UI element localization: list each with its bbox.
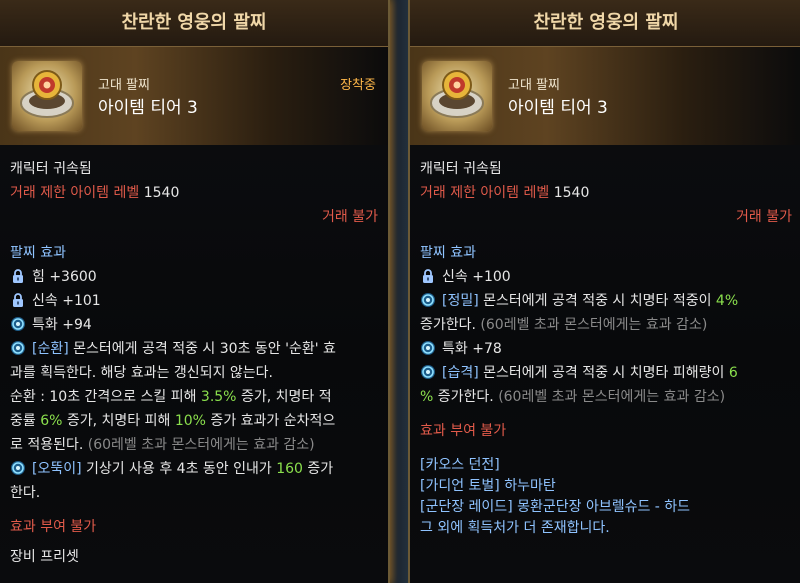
bind-status: 캐릭터 귀속됨 xyxy=(10,161,92,177)
item-banner: 고대 팔찌 아이템 티어 3 장착중 xyxy=(0,47,388,145)
effects-title: 팔찌 효과 xyxy=(420,245,476,261)
bind-status: 캐릭터 귀속됨 xyxy=(420,161,502,177)
trade-level: 거래 제한 아이템 레벨 1540 xyxy=(10,181,378,205)
no-enchant: 효과 부여 불가 xyxy=(10,519,97,535)
item-tier: 아이템 티어 3 xyxy=(98,98,198,118)
effect-text: 중률 6% 증가, 치명타 피해 10% 증가 효과가 순차적으 xyxy=(10,413,336,429)
tooltip-panel-right: 찬란한 영웅의 팔찌 고대 팔찌 아이템 티어 3 캐릭터 귀속됨 거래 제한 … xyxy=(408,0,800,583)
trade-level-value: 1540 xyxy=(553,185,590,201)
stat-text: 특화 +78 xyxy=(442,341,502,357)
swirl-icon xyxy=(10,316,26,332)
effect-text: 순환 : 10초 간격으로 스킬 피해 3.5% 증가, 치명타 적 xyxy=(10,389,332,405)
effect-text: 한다. xyxy=(10,485,41,501)
tooltip-panel-left: 찬란한 영웅의 팔찌 고대 팔찌 아이템 티어 3 장착중 캐릭터 귀속됨 거래… xyxy=(0,0,390,583)
stat-text: 힘 +3600 xyxy=(32,269,97,285)
lock-icon xyxy=(10,268,26,284)
effect-tag: [오뚝이] xyxy=(32,461,82,477)
effect-text: 몬스터에게 공격 적중 시 30초 동안 '순환' 효 xyxy=(73,341,336,357)
trade-level-value: 1540 xyxy=(143,185,180,201)
effect-text: 로 적용된다. (60레벨 초과 몬스터에게는 효과 감소) xyxy=(10,437,315,453)
special-effect: [습격] 몬스터에게 공격 적중 시 치명타 피해량이 6 % 증가한다. (6… xyxy=(420,361,792,409)
lock-icon xyxy=(10,292,26,308)
equipped-badge: 장착중 xyxy=(340,78,376,93)
source-item: [군단장 레이드] 몽환군단장 아브렐슈드 - 하드 xyxy=(420,499,691,515)
stat-row: 특화 +78 xyxy=(420,337,792,361)
stat-row: 신속 +101 xyxy=(10,289,378,313)
trade-status: 거래 불가 xyxy=(736,209,792,225)
item-banner: 고대 팔찌 아이템 티어 3 xyxy=(410,47,800,145)
trade-level-label: 거래 제한 아이템 레벨 xyxy=(420,185,550,201)
stat-text: 특화 +94 xyxy=(32,317,92,333)
swirl-icon xyxy=(420,292,436,308)
item-title: 찬란한 영웅의 팔찌 xyxy=(0,0,388,47)
effect-tag: [정밀] xyxy=(442,293,479,309)
swirl-icon xyxy=(420,340,436,356)
trade-status: 거래 불가 xyxy=(322,209,378,225)
stat-row: 특화 +94 xyxy=(10,313,378,337)
special-effect: [오뚝이] 기상기 사용 후 4초 동안 인내가 160 증가 한다. xyxy=(10,457,378,505)
effects-title: 팔찌 효과 xyxy=(10,245,66,261)
item-grade: 고대 팔찌 xyxy=(98,78,150,93)
item-icon-frame xyxy=(12,61,82,131)
effect-text: % 증가한다. (60레벨 초과 몬스터에게는 효과 감소) xyxy=(420,389,726,405)
lock-icon xyxy=(420,268,436,284)
trade-level: 거래 제한 아이템 레벨 1540 xyxy=(420,181,792,205)
item-tier: 아이템 티어 3 xyxy=(508,98,608,118)
stat-row: 신속 +100 xyxy=(420,265,792,289)
effect-tag: [습격] xyxy=(442,365,479,381)
item-title: 찬란한 영웅의 팔찌 xyxy=(410,0,800,47)
stat-row: 힘 +3600 xyxy=(10,265,378,289)
no-enchant: 효과 부여 불가 xyxy=(420,423,507,439)
special-effect: [정밀] 몬스터에게 공격 적중 시 치명타 적중이 4% 증가한다. (60레… xyxy=(420,289,792,337)
trade-level-label: 거래 제한 아이템 레벨 xyxy=(10,185,140,201)
source-item: [카오스 던전] xyxy=(420,457,500,473)
equipment-preset: 장비 프리셋 xyxy=(10,549,79,565)
swirl-icon xyxy=(10,340,26,356)
effect-tag: [순환] xyxy=(32,341,69,357)
effect-text: 과를 획득한다. 해당 효과는 갱신되지 않는다. xyxy=(10,365,273,381)
bracelet-icon xyxy=(12,61,82,131)
background-gap xyxy=(390,0,408,583)
acquisition-sources: [카오스 던전] [가디언 토벌] 하누마탄 [군단장 레이드] 몽환군단장 아… xyxy=(420,455,792,539)
effect-text: 증가한다. (60레벨 초과 몬스터에게는 효과 감소) xyxy=(420,317,708,333)
swirl-icon xyxy=(10,460,26,476)
bracelet-icon xyxy=(422,61,492,131)
swirl-icon xyxy=(420,364,436,380)
item-grade: 고대 팔찌 xyxy=(508,78,560,93)
source-item: [가디언 토벌] 하누마탄 xyxy=(420,478,556,494)
special-effect: [순환] 몬스터에게 공격 적중 시 30초 동안 '순환' 효 과를 획득한다… xyxy=(10,337,378,457)
stat-text: 신속 +101 xyxy=(32,293,101,309)
stat-text: 신속 +100 xyxy=(442,269,511,285)
source-item: 그 외에 획득처가 더 존재합니다. xyxy=(420,520,610,536)
item-icon-frame xyxy=(422,61,492,131)
